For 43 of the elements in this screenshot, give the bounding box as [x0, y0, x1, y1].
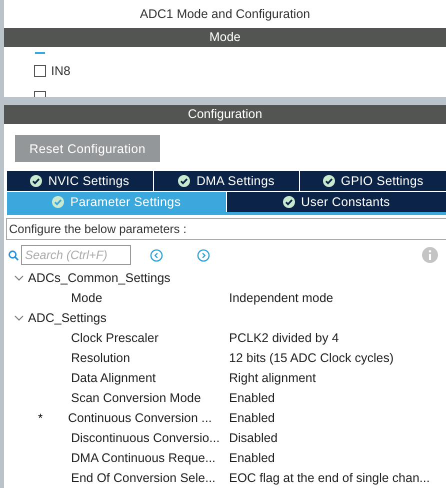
- parameter-name[interactable]: Mode: [71, 291, 229, 305]
- group-label[interactable]: ADC_Settings: [28, 311, 107, 325]
- section-header: Mode: [4, 28, 446, 47]
- modified-marker: *: [38, 411, 43, 425]
- parameter-value[interactable]: Right alignment: [229, 371, 316, 385]
- parameter-value[interactable]: Enabled: [229, 391, 275, 405]
- check-icon: [178, 175, 190, 187]
- parameter-name[interactable]: Clock Prescaler: [71, 331, 229, 345]
- parameter-name[interactable]: Resolution: [71, 351, 229, 365]
- chevron-down-icon[interactable]: [14, 313, 24, 323]
- checkbox-label: IN8: [51, 64, 70, 78]
- parameter-value[interactable]: Disabled: [229, 431, 278, 445]
- previous-icon[interactable]: [150, 248, 163, 262]
- tab[interactable]: DMA Settings: [154, 171, 300, 191]
- section-header: Configuration: [4, 105, 446, 124]
- parameter-name[interactable]: Scan Conversion Mode: [71, 391, 229, 405]
- parameter-name[interactable]: DMA Continuous Reque...: [71, 451, 229, 465]
- tab[interactable]: User Constants: [227, 192, 446, 212]
- parameter-value[interactable]: Independent mode: [229, 291, 334, 305]
- parameter-value[interactable]: 12 bits (15 ADC Clock cycles): [229, 351, 394, 365]
- description-box: Configure the below parameters :: [6, 218, 446, 240]
- tab[interactable]: GPIO Settings: [300, 171, 446, 191]
- window-title: ADC1 Mode and Configuration: [138, 6, 312, 23]
- checkbox[interactable]: [34, 65, 46, 77]
- chevron-down-icon[interactable]: [14, 273, 24, 283]
- parameter-name[interactable]: Discontinuous Conversio...: [71, 431, 229, 445]
- search-icon: [8, 250, 19, 260]
- next-icon[interactable]: [197, 248, 210, 262]
- parameter-name[interactable]: End Of Conversion Sele...: [71, 471, 229, 485]
- parameter-value[interactable]: PCLK2 divided by 4: [229, 331, 339, 345]
- check-icon: [30, 175, 42, 187]
- group-label[interactable]: ADCs_Common_Settings: [28, 271, 170, 285]
- check-icon: [52, 196, 64, 208]
- tab[interactable]: NVIC Settings: [7, 171, 153, 191]
- parameter-name[interactable]: Data Alignment: [71, 371, 229, 385]
- check-icon: [322, 175, 335, 187]
- parameter-name[interactable]: Continuous Conversion ...: [68, 411, 229, 425]
- search-field[interactable]: Search (Ctrl+F): [21, 245, 131, 265]
- parameter-value[interactable]: Enabled: [229, 451, 275, 465]
- parameter-value[interactable]: EOC flag at the end of single chan...: [229, 471, 430, 485]
- parameter-value[interactable]: Enabled: [229, 411, 275, 425]
- check-icon: [283, 196, 296, 208]
- highlight-line: [35, 52, 45, 54]
